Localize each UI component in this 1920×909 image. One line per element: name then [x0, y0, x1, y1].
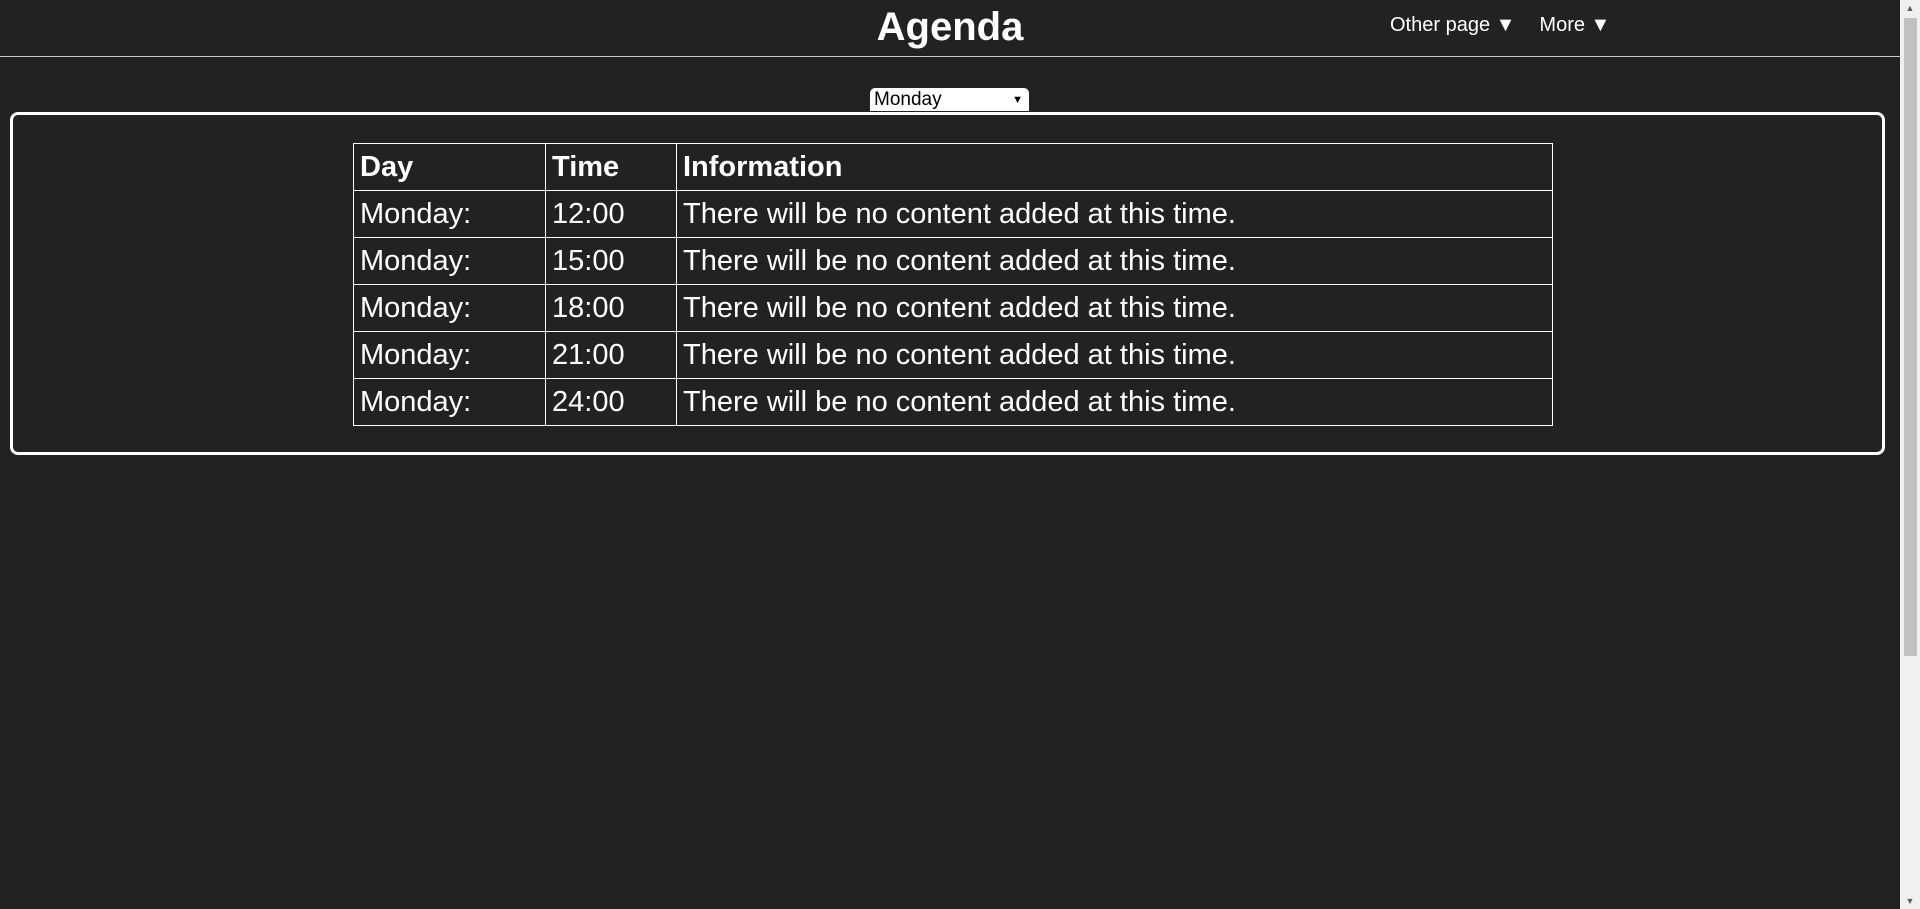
- scroll-up-arrow-icon[interactable]: ▲: [1900, 0, 1920, 16]
- table-row: Monday: 15:00 There will be no content a…: [353, 237, 1553, 285]
- vertical-scrollbar[interactable]: ▲ ▼: [1900, 0, 1920, 909]
- nav-other-page-dropdown[interactable]: Other page ▼: [1390, 14, 1515, 37]
- column-header-information: Information: [676, 143, 1553, 191]
- cell-day: Monday:: [353, 331, 546, 379]
- agenda-card: Day Time Information Monday: 12:00 There…: [10, 112, 1885, 455]
- cell-day: Monday:: [353, 237, 546, 285]
- cell-time: 21:00: [545, 331, 677, 379]
- scroll-down-arrow-icon[interactable]: ▼: [1900, 893, 1920, 909]
- cell-time: 15:00: [545, 237, 677, 285]
- cell-time: 12:00: [545, 190, 677, 238]
- page-title: Agenda: [876, 5, 1024, 49]
- cell-information: There will be no content added at this t…: [676, 378, 1553, 426]
- day-select-value: Monday: [874, 89, 942, 110]
- table-header-row: Day Time Information: [353, 143, 1553, 191]
- table-row: Monday: 24:00 There will be no content a…: [353, 378, 1553, 426]
- cell-information: There will be no content added at this t…: [676, 331, 1553, 379]
- scrollbar-thumb[interactable]: [1904, 18, 1917, 656]
- table-row: Monday: 12:00 There will be no content a…: [353, 190, 1553, 238]
- table-row: Monday: 21:00 There will be no content a…: [353, 331, 1553, 379]
- nav-menu: Other page ▼ More ▼: [1390, 14, 1610, 37]
- page: Agenda Other page ▼ More ▼ Monday ▼ Day …: [0, 0, 1900, 909]
- day-select[interactable]: Monday ▼: [870, 88, 1029, 111]
- cell-information: There will be no content added at this t…: [676, 284, 1553, 332]
- cell-information: There will be no content added at this t…: [676, 237, 1553, 285]
- chevron-down-icon: ▼: [1012, 94, 1023, 106]
- table-row: Monday: 18:00 There will be no content a…: [353, 284, 1553, 332]
- column-header-time: Time: [545, 143, 677, 191]
- cell-time: 24:00: [545, 378, 677, 426]
- nav-more-dropdown[interactable]: More ▼: [1539, 14, 1610, 37]
- cell-day: Monday:: [353, 284, 546, 332]
- cell-day: Monday:: [353, 378, 546, 426]
- cell-time: 18:00: [545, 284, 677, 332]
- column-header-day: Day: [353, 143, 546, 191]
- agenda-table: Day Time Information Monday: 12:00 There…: [353, 143, 1553, 426]
- cell-information: There will be no content added at this t…: [676, 190, 1553, 238]
- header: Agenda Other page ▼ More ▼: [0, 0, 1900, 57]
- cell-day: Monday:: [353, 190, 546, 238]
